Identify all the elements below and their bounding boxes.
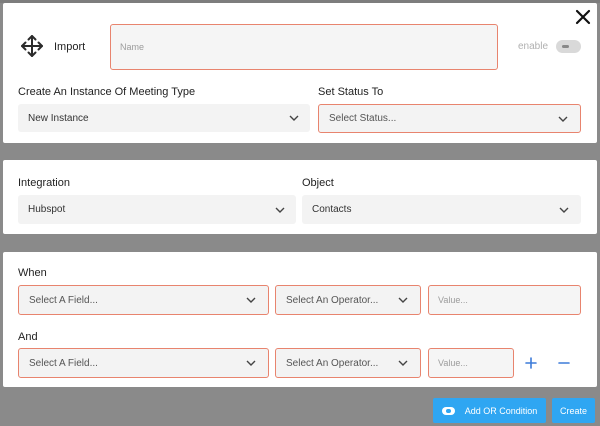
chevron-down-icon (289, 114, 299, 122)
minus-icon[interactable] (557, 356, 571, 370)
set-status-select[interactable]: Select Status... (318, 104, 581, 133)
plus-icon[interactable] (524, 356, 538, 370)
and-operator-select[interactable]: Select An Operator... (275, 348, 421, 378)
toggle-knob (562, 45, 569, 48)
integration-value: Hubspot (28, 204, 66, 215)
add-or-condition-label: Add OR Condition (464, 405, 538, 416)
object-label: Object (302, 177, 334, 189)
when-operator-select[interactable]: Select An Operator... (275, 285, 421, 315)
chevron-down-icon (398, 296, 408, 304)
meeting-type-label: Create An Instance Of Meeting Type (18, 86, 196, 98)
chevron-down-icon (398, 359, 408, 367)
when-field-select[interactable]: Select A Field... (18, 285, 269, 315)
and-field-placeholder: Select A Field... (29, 357, 98, 369)
meeting-type-select[interactable]: New Instance (18, 104, 310, 132)
and-field-select[interactable]: Select A Field... (18, 348, 269, 378)
set-status-label: Set Status To (318, 86, 384, 98)
when-value-input[interactable] (428, 285, 581, 315)
object-select[interactable]: Contacts (302, 195, 581, 224)
chevron-down-icon (275, 206, 285, 214)
enable-toggle[interactable] (556, 40, 581, 53)
and-value-input[interactable] (428, 348, 514, 378)
object-value: Contacts (312, 204, 352, 215)
when-label: When (18, 267, 47, 279)
integration-select[interactable]: Hubspot (18, 195, 296, 224)
chevron-down-icon (558, 115, 568, 123)
name-input[interactable] (110, 24, 498, 70)
chevron-down-icon (559, 206, 569, 214)
and-label: And (18, 331, 38, 343)
chevron-down-icon (246, 296, 256, 304)
enable-label: enable (518, 41, 549, 52)
import-label: Import (54, 41, 86, 53)
add-or-condition-button[interactable]: Add OR Condition (433, 398, 546, 423)
toggle-icon (441, 406, 455, 415)
integration-label: Integration (18, 177, 70, 189)
meeting-type-value: New Instance (28, 112, 89, 124)
create-button[interactable]: Create (552, 398, 595, 423)
when-field-placeholder: Select A Field... (29, 294, 98, 306)
chevron-down-icon (246, 359, 256, 367)
set-status-placeholder: Select Status... (329, 113, 397, 124)
move-arrows-icon (19, 33, 45, 59)
close-icon[interactable] (572, 6, 594, 28)
